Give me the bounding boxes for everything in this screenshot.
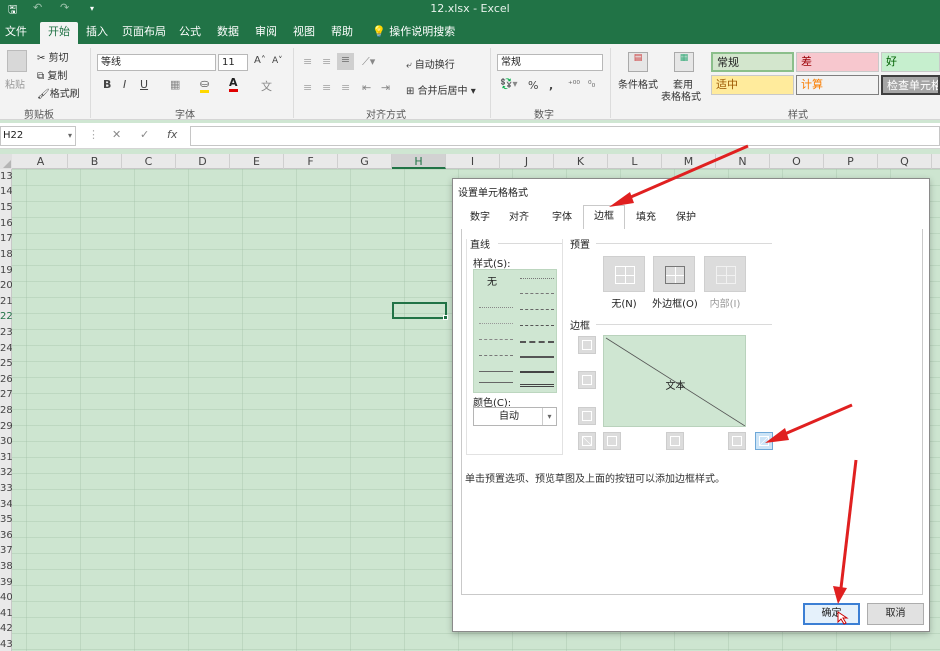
mouse-cursor-icon [837, 611, 849, 625]
annotation-arrows [609, 144, 858, 625]
arrow-to-border-tab [609, 144, 749, 207]
arrow-to-diagonal-button [765, 403, 853, 443]
arrow-to-ok-button [833, 459, 858, 604]
